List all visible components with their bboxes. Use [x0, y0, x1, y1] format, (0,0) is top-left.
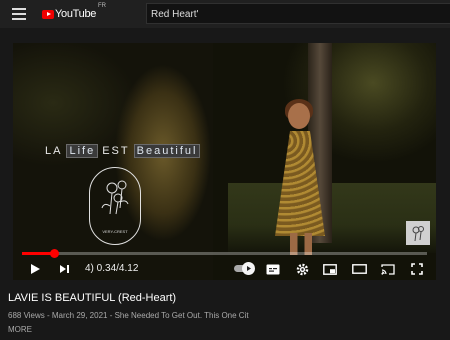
- flower-icon: [101, 180, 129, 215]
- seal-text: VERY-CREST: [102, 229, 128, 234]
- overlay-word: Life: [66, 144, 99, 158]
- overlay-word: Beautiful: [133, 144, 201, 158]
- flower-icon: [412, 226, 424, 242]
- video-title-overlay: LA Life EST Beautiful: [45, 144, 201, 158]
- time-display: 4) 0.34/4.12: [85, 263, 139, 274]
- overlay-word: LA: [45, 145, 63, 157]
- youtube-play-icon: [42, 9, 54, 19]
- cast-button[interactable]: [380, 258, 396, 280]
- youtube-logo[interactable]: YouTube: [42, 6, 96, 22]
- autoplay-knob[interactable]: [242, 262, 255, 275]
- play-button[interactable]: [27, 258, 43, 280]
- flower-seal: VERY-CREST: [89, 167, 141, 245]
- miniplayer-button[interactable]: [322, 258, 338, 280]
- menu-icon[interactable]: [12, 8, 26, 20]
- overlay-word: EST: [102, 145, 130, 157]
- play-icon: [31, 264, 40, 274]
- next-button[interactable]: [56, 258, 72, 280]
- progress-bar[interactable]: [22, 249, 427, 258]
- search-input[interactable]: Red Heart': [146, 3, 450, 24]
- region-code: FR: [98, 3, 106, 9]
- subtitles-button[interactable]: [265, 258, 281, 280]
- search-value: Red Heart': [151, 9, 199, 20]
- player-controls: 4) 0.34/4.12: [13, 258, 436, 280]
- video-title: LAVIE IS BEAUTIFUL (Red-Heart): [8, 292, 177, 304]
- subtitles-icon: [266, 264, 280, 274]
- gear-icon: [296, 263, 308, 275]
- next-icon: [60, 265, 69, 273]
- theater-button[interactable]: [351, 258, 367, 280]
- more-link[interactable]: MORE: [8, 325, 32, 334]
- theater-icon: [351, 264, 367, 274]
- cast-icon: [381, 263, 395, 275]
- logo-text: YouTube: [55, 8, 97, 20]
- autoplay-play-icon: [247, 266, 251, 271]
- fullscreen-icon: [411, 263, 423, 275]
- video-grass: [228, 183, 436, 253]
- girl-head: [288, 103, 310, 129]
- top-bar: YouTube FR Red Heart': [0, 0, 450, 28]
- miniplayer-icon: [323, 263, 337, 275]
- video-player[interactable]: LA Life EST Beautiful VERY-CREST 4) 0.34…: [13, 43, 436, 280]
- settings-button[interactable]: [294, 258, 310, 280]
- fullscreen-button[interactable]: [409, 258, 425, 280]
- corner-thumbnail[interactable]: [406, 221, 430, 245]
- video-meta: 688 Views - March 29, 2021 - She Needed …: [8, 311, 249, 320]
